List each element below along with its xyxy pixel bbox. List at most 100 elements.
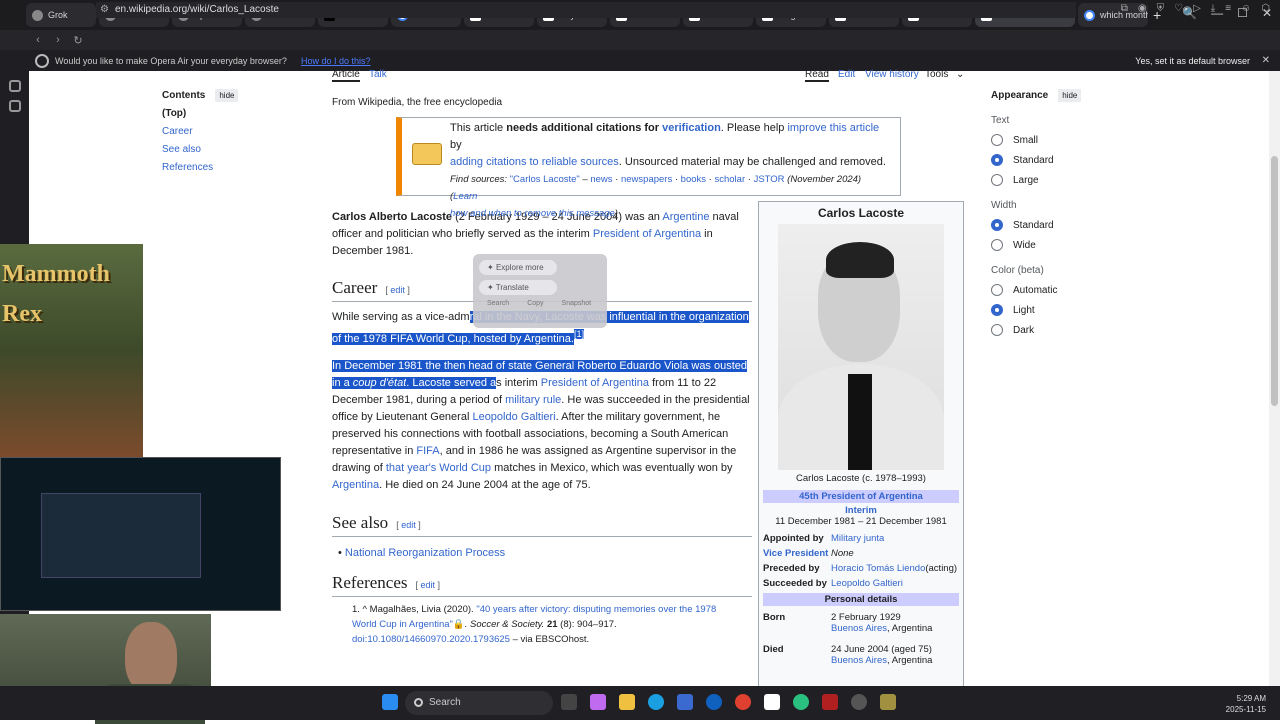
scholar-link[interactable]: scholar	[714, 174, 745, 185]
improve-link[interactable]: improve this article	[787, 122, 879, 134]
explore-more-button[interactable]: ✦ Explore more	[479, 260, 557, 275]
citation-link[interactable]: [1]	[573, 329, 585, 339]
toc-item-see-also[interactable]: See also	[162, 144, 238, 155]
world-cup-link[interactable]: that year's World Cup	[386, 462, 491, 474]
translate-button[interactable]: ✦ Translate	[479, 280, 557, 295]
newspapers-link[interactable]: newspapers	[621, 174, 672, 185]
military-rule-link[interactable]: military rule	[505, 394, 561, 406]
page-scrollbar[interactable]	[1269, 71, 1280, 686]
appearance-hide-button[interactable]: hide	[1058, 89, 1082, 102]
edit-career-link[interactable]: edit	[390, 285, 405, 295]
menu-icon[interactable]: ≡	[1225, 3, 1231, 14]
shield-icon[interactable]: ⛨	[1157, 3, 1165, 14]
row-value[interactable]: Leopoldo Galtieri	[831, 578, 903, 589]
reliable-sources-link[interactable]: adding citations to reliable sources	[450, 156, 619, 168]
radio-standard[interactable]: Standard	[991, 154, 1136, 166]
camera-icon[interactable]: ◉	[1138, 3, 1147, 14]
edit-references-link[interactable]: edit	[421, 580, 436, 590]
radio-small[interactable]: Small	[991, 134, 1136, 146]
tab-view-history[interactable]: View history	[865, 69, 919, 80]
site-info-icon[interactable]: ⚙	[100, 4, 109, 15]
deathplace-link[interactable]: Buenos Aires	[831, 655, 887, 666]
tools-menu[interactable]: Tools	[925, 69, 948, 80]
store-icon[interactable]	[677, 694, 693, 710]
tab-article[interactable]: Article	[332, 69, 360, 82]
messenger-icon[interactable]	[8, 100, 21, 112]
set-default-button[interactable]: Yes, set it as default browser	[1135, 56, 1250, 66]
edit-see-also-link[interactable]: edit	[401, 520, 416, 530]
reload-icon[interactable]: ↻	[68, 34, 88, 47]
heart-icon[interactable]: ♡	[1174, 3, 1183, 14]
galtieri-link[interactable]: Leopoldo Galtieri	[472, 411, 555, 423]
toc-item-references[interactable]: References	[162, 162, 238, 173]
toc-hide-button[interactable]: hide	[215, 89, 239, 102]
see-also-item[interactable]: National Reorganization Process	[345, 547, 505, 559]
taskbar-search[interactable]: Search	[405, 691, 553, 715]
reference-item: 1. ^ Magalhães, Livia (2020). "40 years …	[352, 603, 717, 645]
copilot-icon[interactable]	[590, 694, 606, 710]
appearance-panel: Appearance hide Text Small Standard Large…	[991, 89, 1136, 336]
portrait-image[interactable]	[778, 224, 944, 470]
remove-message-link[interactable]: how and when to remove this message	[450, 208, 615, 219]
scrollbar-thumb[interactable]	[1271, 156, 1278, 406]
system-clock[interactable]: 5:29 AM 2025-11-15	[1226, 693, 1266, 715]
argentina-link[interactable]: Argentina	[332, 479, 379, 491]
dismiss-icon[interactable]: ✕	[1262, 55, 1270, 66]
default-browser-notification: Would you like to make Opera Air your ev…	[0, 50, 1280, 71]
verification-link[interactable]: verification	[662, 122, 721, 134]
radio-width-wide[interactable]: Wide	[991, 239, 1136, 251]
download-icon[interactable]: ⤓	[1211, 3, 1215, 14]
row-key: Vice President	[763, 548, 829, 559]
radio-automatic[interactable]: Automatic	[991, 284, 1136, 296]
address-bar: ‹ › ↻	[0, 30, 1280, 50]
radio-large[interactable]: Large	[991, 174, 1136, 186]
copy-button[interactable]: Copy	[527, 300, 543, 307]
learn-link[interactable]: Learn	[453, 191, 477, 202]
radio-light[interactable]: Light	[991, 304, 1136, 316]
tab-edit[interactable]: Edit	[838, 69, 855, 80]
birthplace-link[interactable]: Buenos Aires	[831, 623, 887, 634]
opera-air-icon[interactable]	[793, 694, 809, 710]
workspace-icon[interactable]	[8, 80, 21, 92]
tab-read[interactable]: Read	[805, 69, 829, 82]
president-link[interactable]: President of Argentina	[593, 228, 701, 240]
play-icon[interactable]: ▷	[1193, 3, 1201, 14]
u-app-icon[interactable]	[764, 694, 780, 710]
obs-icon[interactable]	[851, 694, 867, 710]
tab-0[interactable]: Grok	[26, 3, 96, 27]
office-header: 45th President of Argentina	[763, 490, 959, 503]
profile-icon[interactable]: ☺	[1241, 3, 1251, 14]
url-field[interactable]: ⚙ en.wikipedia.org/wiki/Carlos_Lacoste	[96, 2, 1076, 18]
how-to-link[interactable]: How do I do this?	[301, 56, 371, 66]
row-value[interactable]: Military junta	[831, 533, 884, 544]
file-explorer-icon[interactable]	[619, 694, 635, 710]
search-button[interactable]: Search	[487, 300, 509, 307]
app-icon[interactable]	[706, 694, 722, 710]
back-icon[interactable]: ‹	[28, 34, 48, 46]
share-icon[interactable]: ⧉	[1121, 3, 1128, 14]
jstor-link[interactable]: JSTOR	[754, 174, 785, 185]
extensions-icon[interactable]: ⬡	[1261, 3, 1270, 14]
toc-item-career[interactable]: Career	[162, 126, 238, 137]
windows-start-icon[interactable]	[382, 694, 398, 710]
books-link[interactable]: books	[681, 174, 706, 185]
radio-dark[interactable]: Dark	[991, 324, 1136, 336]
chrome-icon[interactable]	[735, 694, 751, 710]
edge-icon[interactable]	[648, 694, 664, 710]
office-link[interactable]: 45th President of Argentina	[799, 491, 923, 502]
fifa-link[interactable]: FIFA	[416, 445, 439, 457]
snapshot-button[interactable]: Snapshot	[562, 300, 592, 307]
news-link[interactable]: news	[590, 174, 612, 185]
tab-talk[interactable]: Talk	[369, 69, 387, 80]
source-link[interactable]: "Carlos Lacoste"	[510, 174, 580, 185]
game-app-icon[interactable]	[880, 694, 896, 710]
interim-link[interactable]: Interim	[845, 505, 877, 516]
task-view-icon[interactable]	[561, 694, 577, 710]
forward-icon[interactable]: ›	[48, 34, 68, 46]
radio-width-standard[interactable]: Standard	[991, 219, 1136, 231]
toc-item-top[interactable]: (Top)	[162, 108, 238, 119]
president-link[interactable]: President of Argentina	[541, 377, 649, 389]
news-app-icon[interactable]	[822, 694, 838, 710]
doi-link[interactable]: doi:10.1080/14660970.2020.1793625	[352, 634, 510, 645]
row-value[interactable]: Horacio Tomás Liendo	[831, 563, 925, 574]
